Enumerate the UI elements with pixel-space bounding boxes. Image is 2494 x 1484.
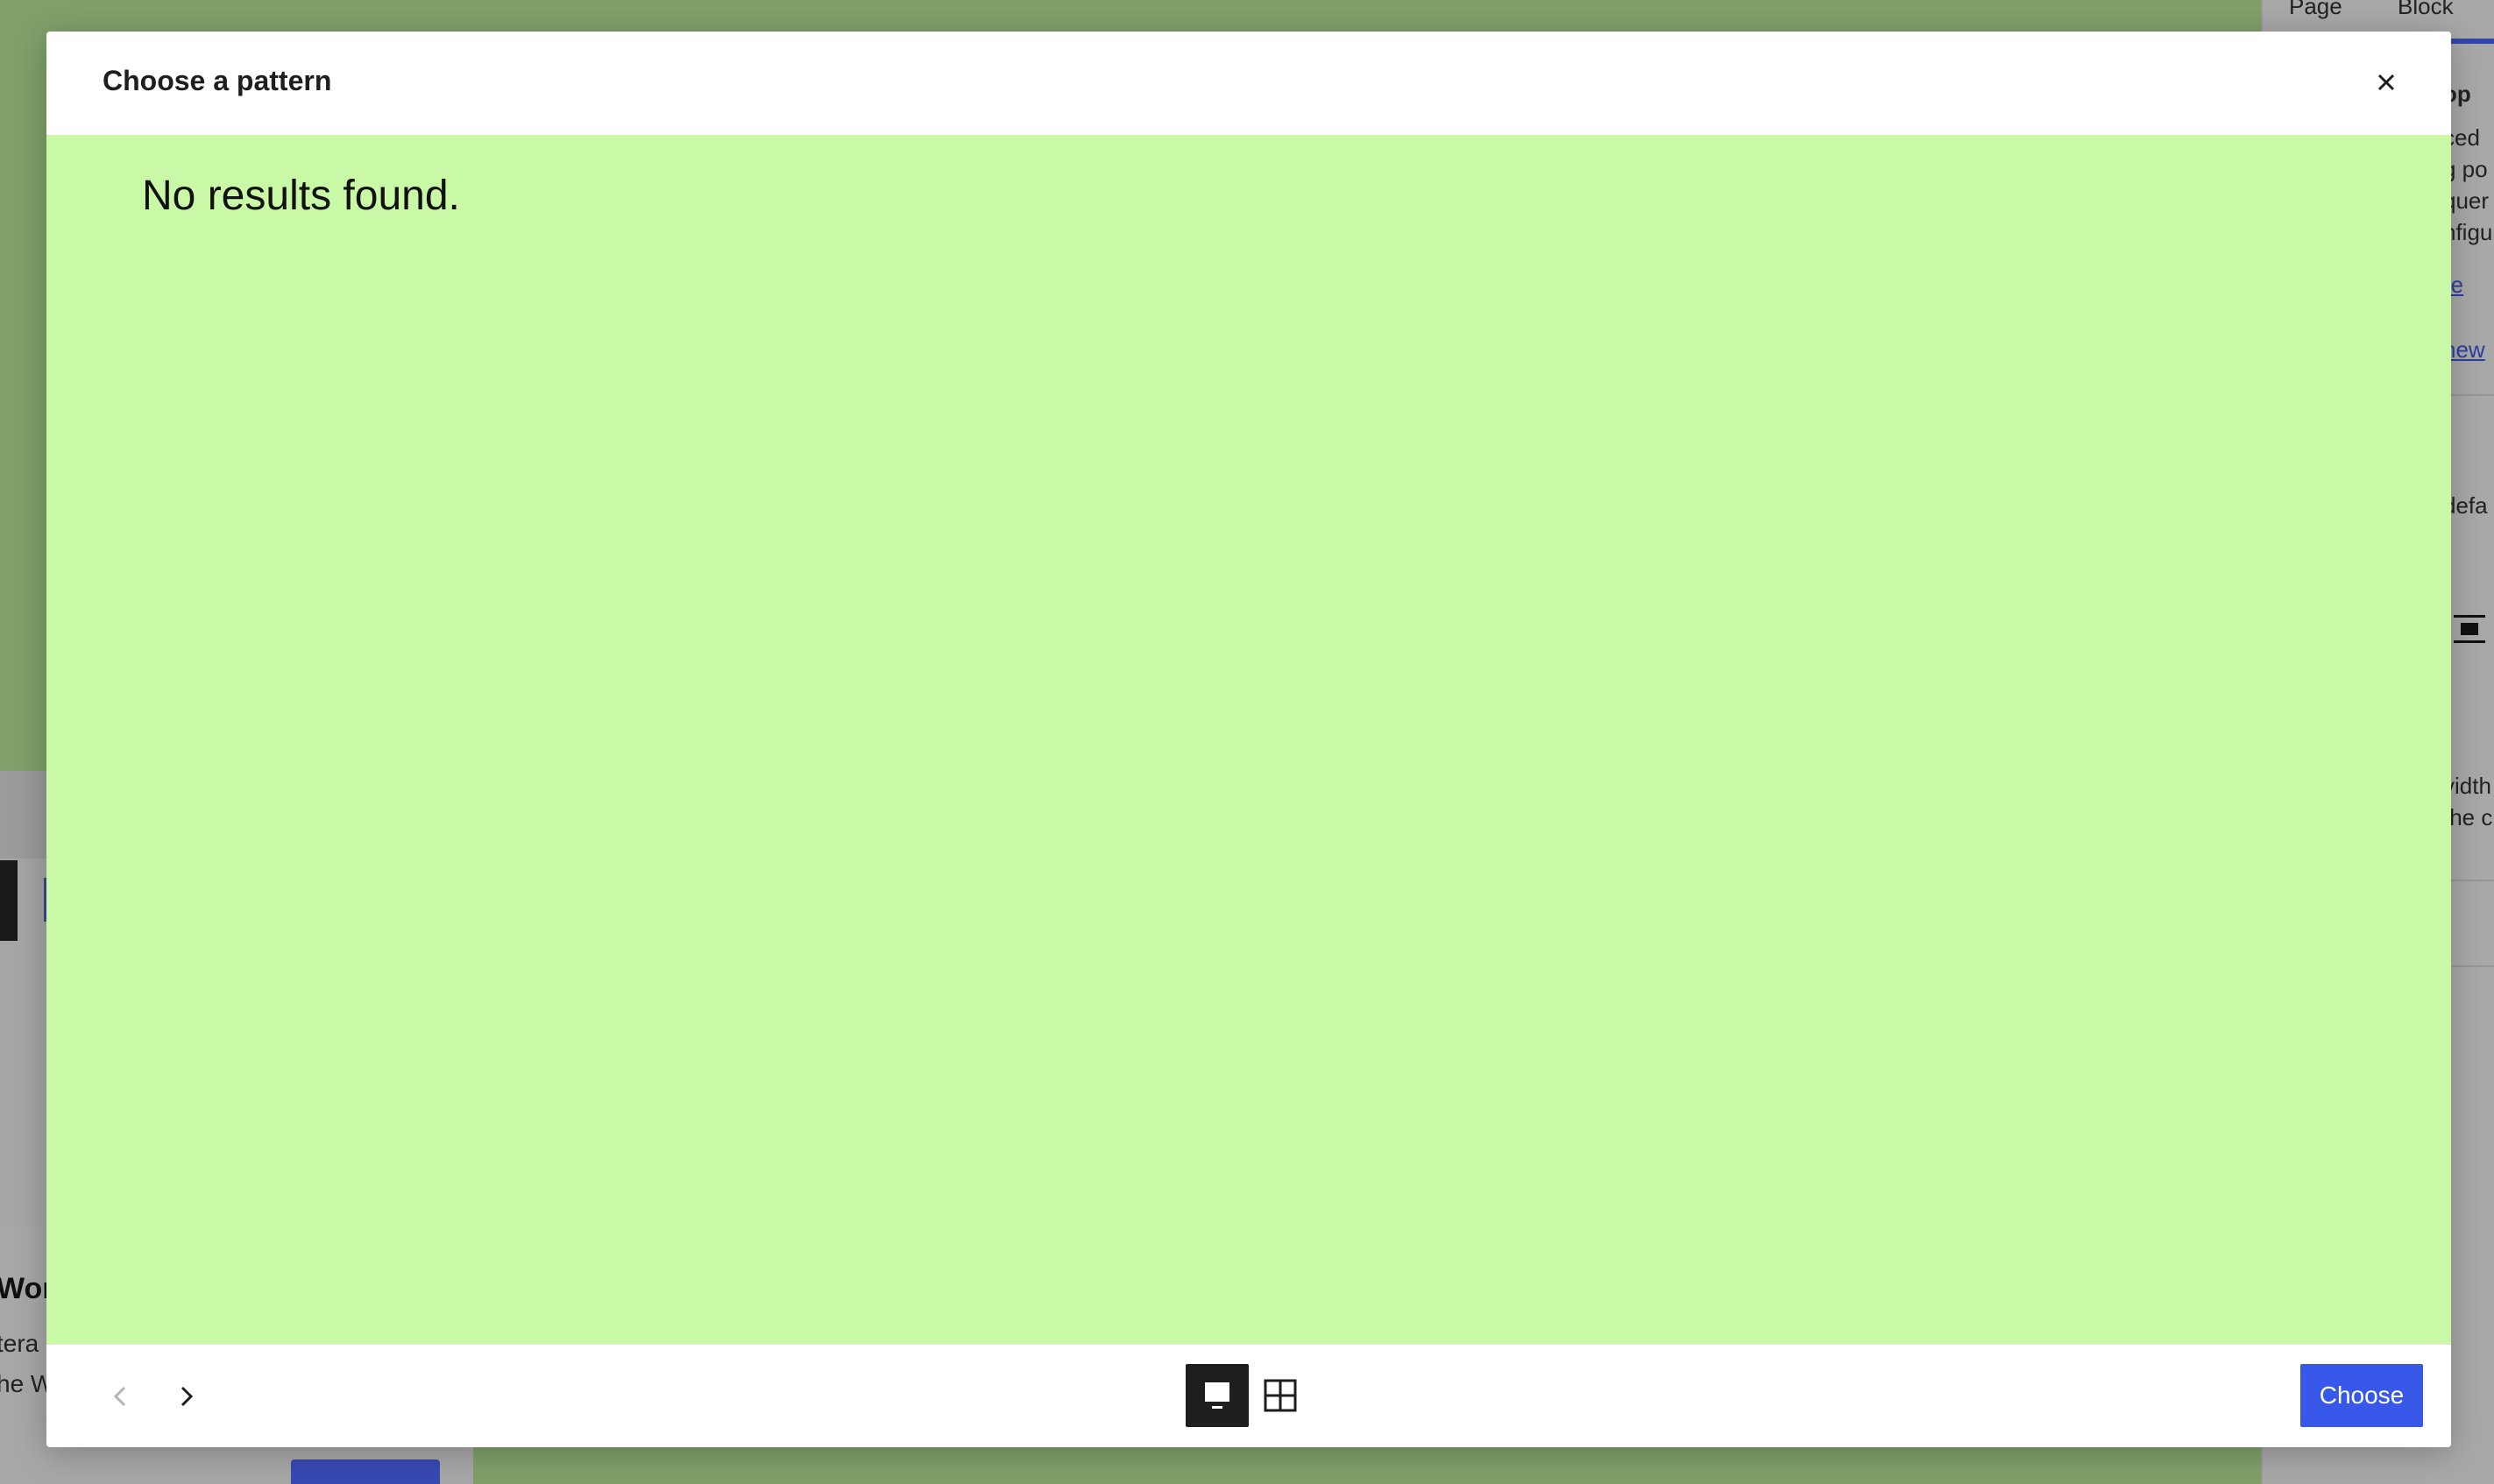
editor-background-button — [291, 1459, 440, 1484]
sidebar-tab-block: Block — [2398, 0, 2454, 19]
grid-view-icon — [1264, 1379, 1297, 1412]
previous-pattern-button[interactable] — [90, 1366, 152, 1427]
editor-dark-block — [0, 860, 18, 941]
sidebar-tab-page: Page — [2289, 0, 2342, 19]
empty-state-message: No results found. — [142, 173, 460, 219]
close-icon — [2377, 74, 2395, 91]
carousel-view-icon — [1205, 1382, 1229, 1409]
carousel-view-toggle[interactable] — [1186, 1364, 1249, 1427]
choose-button[interactable]: Choose — [2300, 1364, 2423, 1427]
close-button[interactable] — [2358, 54, 2414, 110]
chevron-right-icon — [181, 1386, 194, 1407]
pattern-preview-area: No results found. — [46, 135, 2451, 1344]
chevron-left-icon — [113, 1386, 126, 1407]
next-pattern-button[interactable] — [155, 1366, 216, 1427]
align-center-icon — [2454, 615, 2485, 643]
editor-canvas-lower — [473, 1445, 2261, 1484]
editor-page: Wor tera he W Page Block op ced g po que… — [0, 0, 2494, 1484]
choose-pattern-modal: Choose a pattern No results found. Choos… — [46, 32, 2451, 1447]
modal-footer: Choose — [46, 1344, 2451, 1447]
modal-header: Choose a pattern — [46, 32, 2451, 136]
editor-text-fragment: tera — [0, 1330, 39, 1357]
modal-title: Choose a pattern — [103, 65, 332, 96]
grid-view-toggle[interactable] — [1249, 1364, 1312, 1427]
